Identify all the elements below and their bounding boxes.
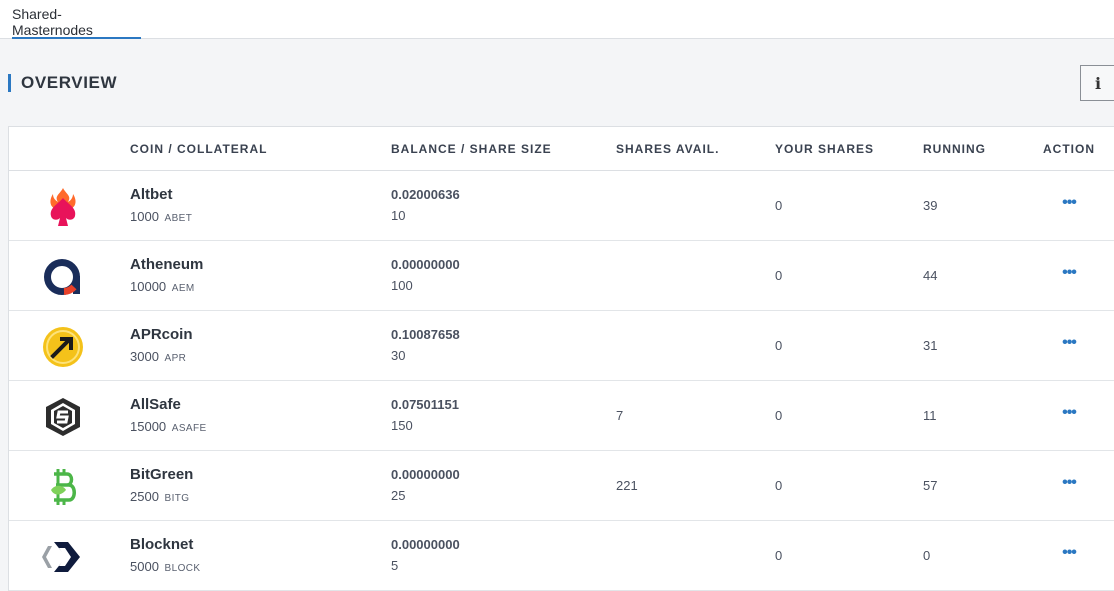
coin-name: AllSafe: [130, 396, 181, 413]
top-bar: Shared-Masternodes: [0, 0, 1114, 39]
running-value: 39: [923, 198, 938, 213]
your-shares-value: 0: [775, 408, 783, 423]
table-row: Altbet 1000 ABET 0.02000636 10 0 39 •••: [9, 171, 1114, 241]
running-value: 57: [923, 478, 938, 493]
allsafe-logo-icon: [40, 395, 86, 439]
overview-heading: OVERVIEW: [21, 73, 118, 92]
coin-name: Blocknet: [130, 536, 194, 553]
shares-avail-value: 7: [616, 408, 624, 423]
balance-value: 0.10087658: [391, 327, 460, 342]
more-actions-icon[interactable]: •••: [1061, 404, 1077, 421]
coin-ticker: ABET: [164, 213, 193, 224]
header-balance-share-size[interactable]: BALANCE / SHARE SIZE: [391, 142, 552, 156]
more-actions-icon[interactable]: •••: [1061, 264, 1077, 281]
more-actions-icon[interactable]: •••: [1061, 544, 1077, 561]
coin-name: Altbet: [130, 186, 173, 203]
coin-name: Atheneum: [130, 256, 204, 273]
balance-value: 0.00000000: [391, 257, 460, 272]
coin-collateral: 3000 APR: [130, 349, 186, 364]
coin-collateral: 2500 BITG: [130, 489, 189, 504]
header-shares-avail[interactable]: SHARES AVAIL.: [616, 142, 719, 156]
altbet-logo-icon: [40, 185, 86, 229]
running-value: 0: [923, 548, 931, 563]
table-row: Blocknet 5000 BLOCK 0.00000000 5 0 0 •••: [9, 521, 1114, 591]
share-size-value: 100: [391, 278, 413, 293]
table-row: APRcoin 3000 APR 0.10087658 30 0 31 •••: [9, 311, 1114, 381]
share-size-value: 25: [391, 488, 406, 503]
shares-avail-value: 221: [616, 478, 638, 493]
balance-value: 0.02000636: [391, 187, 460, 202]
section-title: OVERVIEW: [8, 73, 117, 93]
more-actions-icon[interactable]: •••: [1061, 194, 1077, 211]
table-row: BitGreen 2500 BITG 0.00000000 25 221 0 5…: [9, 451, 1114, 521]
coin-ticker: BITG: [164, 493, 190, 504]
your-shares-value: 0: [775, 338, 783, 353]
your-shares-value: 0: [775, 268, 783, 283]
bitgreen-logo-icon: [40, 465, 86, 509]
running-value: 44: [923, 268, 938, 283]
coin-name: APRcoin: [130, 326, 193, 343]
coin-collateral: 10000 AEM: [130, 279, 195, 294]
more-actions-icon[interactable]: •••: [1061, 334, 1077, 351]
tab-shared-masternodes[interactable]: Shared-Masternodes: [12, 0, 141, 39]
your-shares-value: 0: [775, 198, 783, 213]
collateral-amount: 2500: [130, 489, 159, 504]
collateral-amount: 15000: [130, 419, 167, 434]
masternodes-table: COIN / COLLATERAL BALANCE / SHARE SIZE S…: [8, 126, 1114, 591]
your-shares-value: 0: [775, 548, 783, 563]
coin-ticker: AEM: [171, 283, 195, 294]
balance-value: 0.07501151: [391, 397, 459, 412]
section-accent-bar: [8, 74, 11, 92]
balance-value: 0.00000000: [391, 467, 460, 482]
running-value: 11: [923, 408, 937, 423]
collateral-amount: 10000: [130, 279, 167, 294]
collateral-amount: 1000: [130, 209, 159, 224]
collateral-amount: 3000: [130, 349, 159, 364]
coin-collateral: 15000 ASAFE: [130, 419, 207, 434]
atheneum-logo-icon: [40, 255, 86, 299]
coin-collateral: 1000 ABET: [130, 209, 192, 224]
coin-collateral: 5000 BLOCK: [130, 559, 200, 574]
share-size-value: 30: [391, 348, 406, 363]
header-running[interactable]: RUNNING: [923, 142, 986, 156]
blocknet-logo-icon: [40, 535, 86, 579]
table-row: AllSafe 15000 ASAFE 0.07501151 150 7 0 1…: [9, 381, 1114, 451]
share-size-value: 10: [391, 208, 406, 223]
header-your-shares[interactable]: YOUR SHARES: [775, 142, 874, 156]
share-size-value: 5: [391, 558, 399, 573]
coin-name: BitGreen: [130, 466, 194, 483]
more-actions-icon[interactable]: •••: [1061, 474, 1077, 491]
info-icon: i: [1094, 73, 1102, 93]
table-row: Atheneum 10000 AEM 0.00000000 100 0 44 •…: [9, 241, 1114, 311]
table-header: COIN / COLLATERAL BALANCE / SHARE SIZE S…: [9, 127, 1114, 171]
aprcoin-logo-icon: [40, 325, 86, 369]
collateral-amount: 5000: [130, 559, 159, 574]
your-shares-value: 0: [775, 478, 783, 493]
coin-ticker: ASAFE: [171, 423, 207, 434]
info-button[interactable]: i: [1080, 65, 1114, 101]
coin-ticker: APR: [164, 353, 187, 364]
header-coin-collateral[interactable]: COIN / COLLATERAL: [130, 142, 267, 156]
balance-value: 0.00000000: [391, 537, 460, 552]
share-size-value: 150: [391, 418, 413, 433]
coin-ticker: BLOCK: [164, 563, 201, 574]
header-action: ACTION: [1043, 142, 1095, 156]
running-value: 31: [923, 338, 938, 353]
